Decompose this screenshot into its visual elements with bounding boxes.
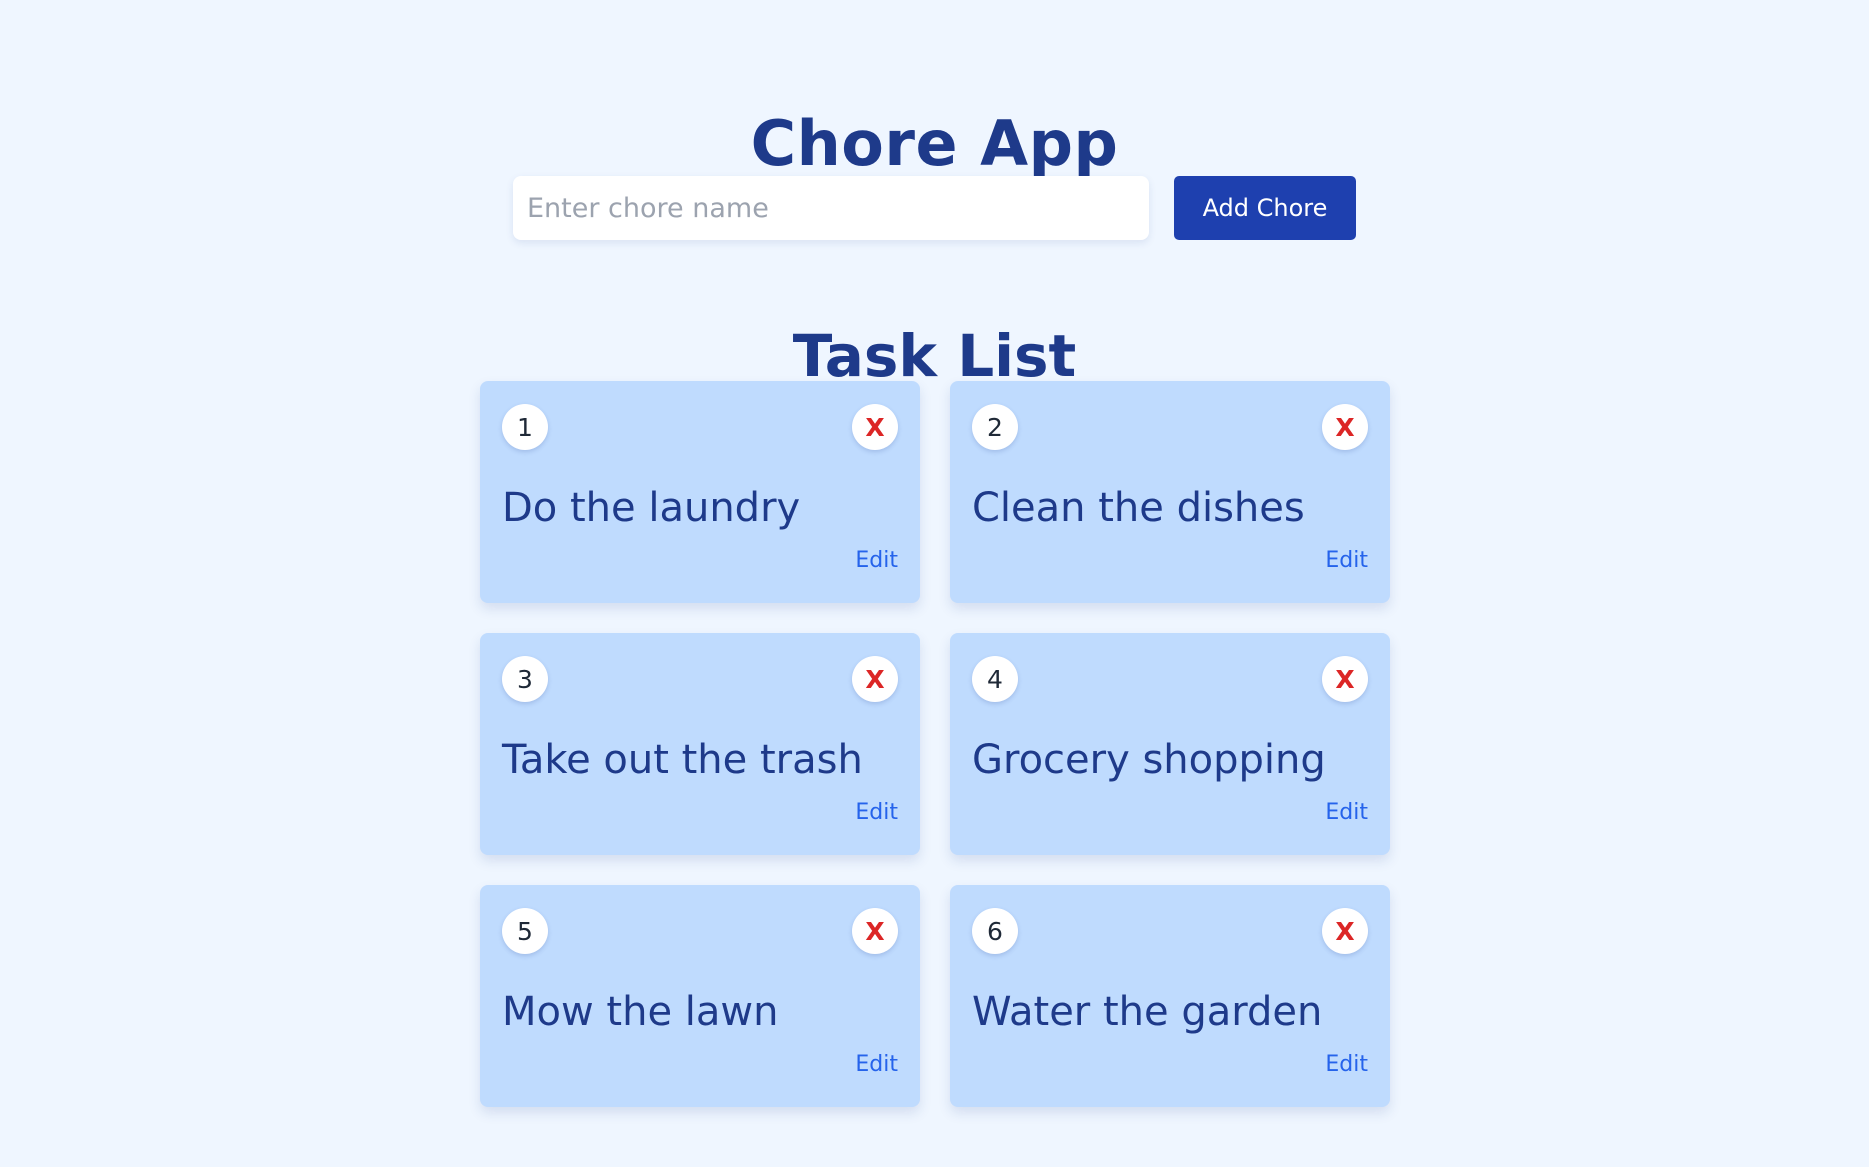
chore-card: 6 X Water the garden Edit [950,885,1390,1107]
delete-chore-button[interactable]: X [852,404,898,450]
edit-chore-link[interactable]: Edit [855,798,898,828]
close-icon: X [865,664,885,694]
chore-card: 3 X Take out the trash Edit [480,633,920,855]
chore-card: 2 X Clean the dishes Edit [950,381,1390,603]
chore-card: 1 X Do the laundry Edit [480,381,920,603]
edit-chore-link[interactable]: Edit [1325,546,1368,576]
chore-name: Do the laundry [502,485,801,531]
chore-name: Take out the trash [502,737,863,783]
chore-number-badge: 4 [972,656,1018,702]
add-chore-button[interactable]: Add Chore [1174,176,1356,240]
chore-name: Clean the dishes [972,485,1305,531]
close-icon: X [1335,412,1355,442]
chore-number-badge: 1 [502,404,548,450]
delete-chore-button[interactable]: X [1322,404,1368,450]
delete-chore-button[interactable]: X [1322,656,1368,702]
task-grid: 1 X Do the laundry Edit 2 X Clean the di… [480,381,1390,1107]
chore-number-badge: 5 [502,908,548,954]
delete-chore-button[interactable]: X [852,656,898,702]
close-icon: X [1335,916,1355,946]
chore-number-badge: 3 [502,656,548,702]
close-icon: X [865,916,885,946]
chore-card: 5 X Mow the lawn Edit [480,885,920,1107]
app-title: Chore App [750,106,1119,180]
edit-chore-link[interactable]: Edit [1325,1050,1368,1080]
chore-card: 4 X Grocery shopping Edit [950,633,1390,855]
chore-name: Mow the lawn [502,989,779,1035]
edit-chore-link[interactable]: Edit [855,546,898,576]
edit-chore-link[interactable]: Edit [1325,798,1368,828]
delete-chore-button[interactable]: X [852,908,898,954]
chore-number-badge: 2 [972,404,1018,450]
edit-chore-link[interactable]: Edit [855,1050,898,1080]
chore-name: Water the garden [972,989,1323,1035]
chore-name-input[interactable] [513,176,1149,240]
chore-number-badge: 6 [972,908,1018,954]
delete-chore-button[interactable]: X [1322,908,1368,954]
close-icon: X [865,412,885,442]
chore-name: Grocery shopping [972,737,1326,783]
close-icon: X [1335,664,1355,694]
